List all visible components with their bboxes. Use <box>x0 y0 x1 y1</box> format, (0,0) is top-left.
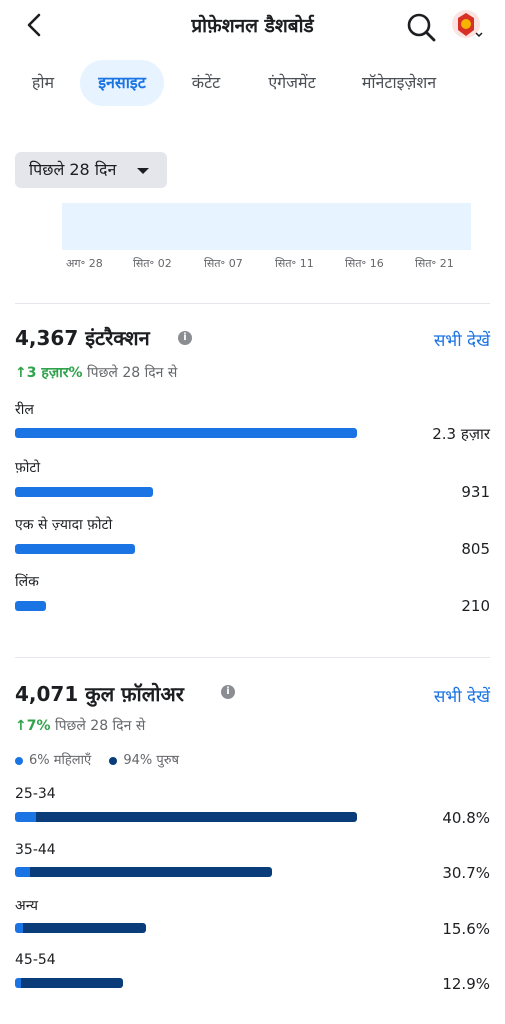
age-bar-female-segment <box>15 867 30 877</box>
interactions-delta: ↑3 हज़ार% पिछले 28 दिन से <box>15 363 177 382</box>
gender-legend: 6% महिलाएँ 94% पुरुष <box>15 750 179 768</box>
legend-female: 6% महिलाएँ <box>29 753 92 768</box>
info-icon[interactable]: i <box>178 331 192 345</box>
interaction-row-value: 931 <box>461 483 490 501</box>
delta-value: ↑3 हज़ार% <box>15 365 83 381</box>
interaction-bar <box>15 428 357 438</box>
tab-content[interactable]: कंटेंट <box>176 60 236 106</box>
tab-monetization[interactable]: मॉनेटाइज़ेशन <box>346 60 452 106</box>
timeline-tick: सित॰ 11 <box>275 257 314 270</box>
tab-bar: होम इनसाइट कंटेंट एंगेजमेंट मॉनेटाइज़ेशन <box>0 60 505 106</box>
timeline-tick: सित॰ 21 <box>415 257 454 270</box>
top-bar: प्रोफ़ेशनल डैशबोर्ड <box>0 0 505 52</box>
interaction-row-label: लिंक <box>15 574 39 590</box>
age-row-label: 45-54 <box>15 952 56 968</box>
profile-avatar[interactable] <box>450 8 484 42</box>
age-bar-male-segment <box>23 923 146 933</box>
age-bar-female-segment <box>15 923 23 933</box>
age-bar-male-segment <box>21 978 123 988</box>
interaction-row-label: रील <box>15 402 34 418</box>
age-bar-female-segment <box>15 812 36 822</box>
date-range-dropdown[interactable]: पिछले 28 दिन <box>15 152 167 188</box>
delta-suffix: पिछले 28 दिन से <box>50 718 146 734</box>
tab-engagement[interactable]: एंगेजमेंट <box>250 60 334 106</box>
timeline-tick: सित॰ 07 <box>204 257 243 270</box>
interaction-bar <box>15 601 46 611</box>
timeline-chart <box>62 203 471 250</box>
timeline-tick: अग॰ 28 <box>66 257 103 270</box>
age-row-value: 40.8% <box>442 809 490 827</box>
interaction-row-value: 805 <box>461 540 490 558</box>
delta-suffix: पिछले 28 दिन से <box>82 365 178 381</box>
tab-home[interactable]: होम <box>16 60 70 106</box>
age-bar-male-segment <box>36 812 357 822</box>
age-row-label: अन्य <box>15 898 38 914</box>
interactions-total: 4,367 इंटरैक्शन <box>15 326 150 350</box>
interactions-see-all-link[interactable]: सभी देखें <box>434 328 490 351</box>
age-row-value: 15.6% <box>442 920 490 938</box>
interaction-row-label: एक से ज़्यादा फ़ोटो <box>15 517 113 533</box>
age-row-label: 25-34 <box>15 786 56 802</box>
interaction-row-value: 2.3 हज़ार <box>432 425 490 443</box>
age-bar-male-segment <box>30 867 272 877</box>
timeline-tick: सित॰ 02 <box>133 257 172 270</box>
age-row-value: 12.9% <box>442 975 490 993</box>
interaction-bar <box>15 487 153 497</box>
followers-total: 4,071 कुल फ़ॉलोअर <box>15 682 184 706</box>
tab-insights[interactable]: इनसाइट <box>80 60 164 106</box>
search-icon[interactable] <box>404 10 438 44</box>
legend-dot-female <box>15 756 23 765</box>
legend-male: 94% पुरुष <box>123 753 180 768</box>
age-row-value: 30.7% <box>442 864 490 882</box>
interaction-row-label: फ़ोटो <box>15 460 41 476</box>
delta-value: ↑7% <box>15 718 51 734</box>
interaction-bar <box>15 544 135 554</box>
date-range-label: पिछले 28 दिन <box>29 160 117 179</box>
followers-see-all-link[interactable]: सभी देखें <box>434 684 490 707</box>
interaction-row-value: 210 <box>461 597 490 615</box>
section-divider <box>15 657 490 658</box>
caret-down-icon <box>137 168 149 174</box>
age-row-label: 35-44 <box>15 842 56 858</box>
timeline-tick: सित॰ 16 <box>345 257 384 270</box>
legend-dot-male <box>109 756 118 765</box>
info-icon[interactable]: i <box>221 685 235 699</box>
followers-delta: ↑7% पिछले 28 दिन से <box>15 716 145 735</box>
section-divider <box>15 303 490 304</box>
